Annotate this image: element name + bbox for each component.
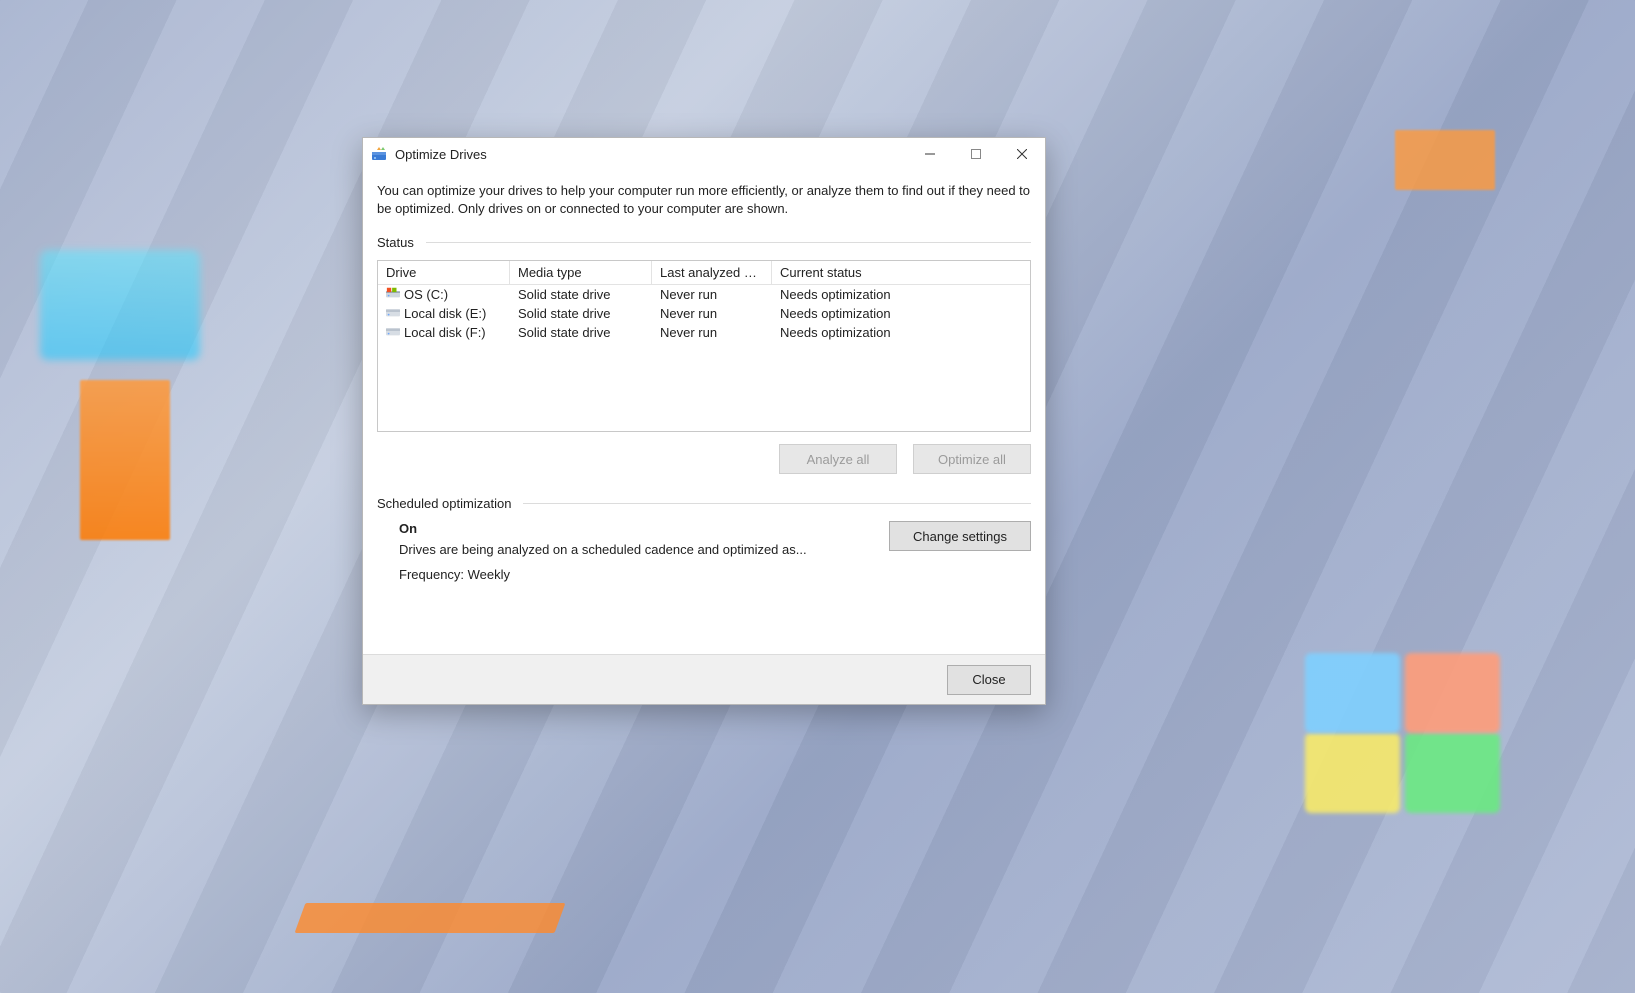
cell-drive: Local disk (F:): [378, 323, 510, 342]
schedule-group-label: Scheduled optimization: [377, 496, 511, 511]
cell-drive: OS (C:): [378, 285, 510, 304]
cell-current: Needs optimization: [772, 285, 1030, 304]
optimize-drives-icon: [371, 146, 387, 162]
column-last[interactable]: Last analyzed or ...: [652, 261, 772, 284]
drive-name: Local disk (E:): [404, 306, 486, 321]
cell-last: Never run: [652, 323, 772, 342]
drive-name: OS (C:): [404, 287, 448, 302]
cell-media: Solid state drive: [510, 323, 652, 342]
table-row[interactable]: Local disk (E:) Solid state driveNever ru…: [378, 304, 1030, 323]
cell-media: Solid state drive: [510, 285, 652, 304]
cell-current: Needs optimization: [772, 323, 1030, 342]
dialog-footer: Close: [363, 654, 1045, 704]
window-title: Optimize Drives: [395, 147, 487, 162]
column-current[interactable]: Current status: [772, 261, 1030, 284]
listview-header[interactable]: Drive Media type Last analyzed or ... Cu…: [378, 261, 1030, 285]
status-group-label: Status: [377, 235, 414, 250]
drive-icon: [386, 325, 400, 340]
close-button[interactable]: [999, 138, 1045, 170]
drive-icon: [386, 306, 400, 321]
cell-drive: Local disk (E:): [378, 304, 510, 323]
divider: [426, 242, 1031, 243]
cell-media: Solid state drive: [510, 304, 652, 323]
drive-icon: [386, 287, 400, 302]
cell-last: Never run: [652, 285, 772, 304]
cell-last: Never run: [652, 304, 772, 323]
table-row[interactable]: OS (C:) Solid state driveNever runNeeds o…: [378, 285, 1030, 304]
maximize-button[interactable]: [953, 138, 999, 170]
column-drive[interactable]: Drive: [378, 261, 510, 284]
schedule-state: On: [399, 521, 869, 536]
column-media[interactable]: Media type: [510, 261, 652, 284]
minimize-button[interactable]: [907, 138, 953, 170]
schedule-frequency: Frequency: Weekly: [399, 567, 869, 582]
intro-text: You can optimize your drives to help you…: [377, 182, 1031, 217]
change-settings-button[interactable]: Change settings: [889, 521, 1031, 551]
table-row[interactable]: Local disk (F:) Solid state driveNever ru…: [378, 323, 1030, 342]
titlebar[interactable]: Optimize Drives: [363, 138, 1045, 170]
close-dialog-button[interactable]: Close: [947, 665, 1031, 695]
schedule-description: Drives are being analyzed on a scheduled…: [399, 542, 869, 557]
drives-listview[interactable]: Drive Media type Last analyzed or ... Cu…: [377, 260, 1031, 432]
cell-current: Needs optimization: [772, 304, 1030, 323]
analyze-all-button[interactable]: Analyze all: [779, 444, 897, 474]
divider: [523, 503, 1031, 504]
optimize-all-button[interactable]: Optimize all: [913, 444, 1031, 474]
drive-name: Local disk (F:): [404, 325, 486, 340]
optimize-drives-window: Optimize Drives You can optimize your dr…: [362, 137, 1046, 705]
